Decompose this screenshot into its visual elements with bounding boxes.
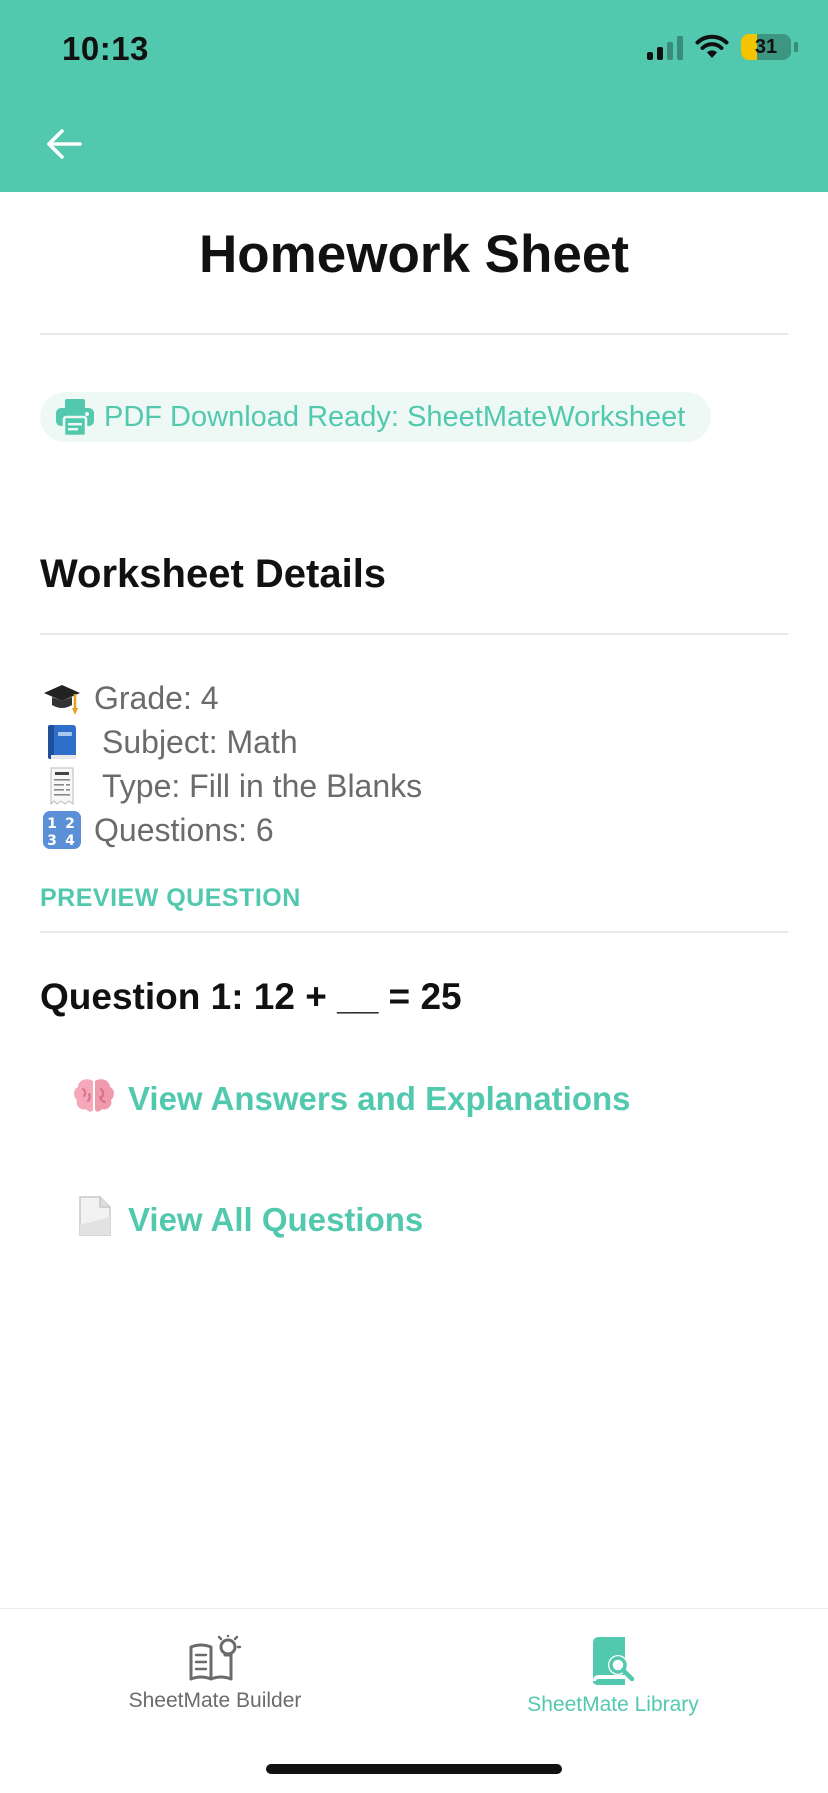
tab-sheetmate-builder[interactable]: SheetMate Builder <box>65 1635 365 1713</box>
document-icon <box>72 1195 116 1245</box>
title-divider <box>40 333 788 335</box>
preview-divider <box>40 931 788 933</box>
book-search-icon <box>593 1637 635 1685</box>
page-title: Homework Sheet <box>198 225 629 284</box>
preview-question-label: PREVIEW QUESTION <box>40 884 301 912</box>
input-numbers-icon: 1 2 3 4 <box>40 808 84 852</box>
detail-grade-text: Grade: 4 <box>94 679 219 716</box>
pdf-download-button[interactable]: PDF Download Ready: SheetMateWorksheet <box>40 392 712 442</box>
home-indicator <box>266 1764 562 1774</box>
view-answers-label: View Answers and Explanations <box>128 1080 631 1117</box>
status-icons: 31 <box>647 34 798 60</box>
view-answers-button[interactable]: View Answers and Explanations <box>72 1075 631 1123</box>
svg-text:2: 2 <box>65 816 75 832</box>
receipt-icon <box>40 764 84 808</box>
wifi-icon <box>695 34 729 58</box>
view-all-questions-button[interactable]: View All Questions <box>72 1195 423 1245</box>
back-button[interactable] <box>40 120 88 168</box>
pdf-download-label: PDF Download Ready: SheetMateWorksheet <box>104 400 686 433</box>
tab-sheetmate-library-label: SheetMate Library <box>527 1693 699 1716</box>
status-time: 10:13 <box>62 30 149 67</box>
svg-text:3: 3 <box>47 833 57 849</box>
svg-text:1: 1 <box>47 816 57 832</box>
details-divider <box>40 633 788 635</box>
worksheet-details-list: Grade: 4 Subject: Math Type: Fill in the… <box>40 676 422 852</box>
detail-type-text: Type: Fill in the Blanks <box>102 767 423 804</box>
blue-book-icon <box>40 720 84 764</box>
detail-grade: Grade: 4 <box>40 676 422 720</box>
book-lightbulb-icon <box>189 1635 242 1681</box>
detail-questions-text: Questions: 6 <box>94 811 274 848</box>
detail-subject-text: Subject: Math <box>102 723 298 760</box>
tab-sheetmate-library[interactable]: SheetMate Library <box>463 1635 763 1717</box>
cellular-signal-icon <box>647 34 683 60</box>
detail-type: Type: Fill in the Blanks <box>40 764 422 808</box>
detail-subject: Subject: Math <box>40 720 422 764</box>
battery-tip <box>794 42 798 52</box>
app-header: 10:13 31 <box>0 0 828 192</box>
preview-question-text: Question 1: 12 + __ = 25 <box>40 976 462 1017</box>
svg-text:4: 4 <box>65 833 75 849</box>
printer-icon <box>56 399 94 438</box>
brain-icon <box>72 1075 116 1123</box>
battery-level: 31 <box>754 35 778 58</box>
arrow-left-icon <box>47 129 82 159</box>
tab-sheetmate-builder-label: SheetMate Builder <box>128 1689 302 1712</box>
view-all-questions-label: View All Questions <box>128 1201 424 1238</box>
graduation-cap-icon <box>40 676 84 720</box>
detail-questions: 1 2 3 4 Questions: 6 <box>40 808 422 852</box>
worksheet-details-title: Worksheet Details <box>40 552 387 596</box>
battery-icon: 31 <box>741 34 791 60</box>
